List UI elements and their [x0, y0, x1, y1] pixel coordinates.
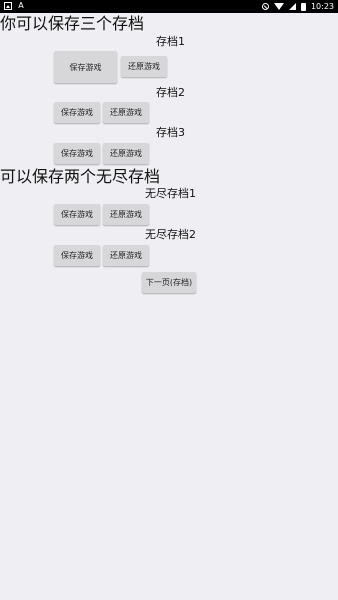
section-title-saves: 你可以保存三个存档: [0, 14, 145, 33]
slot-label-2: 存档2: [156, 86, 185, 99]
battery-icon: [300, 2, 306, 11]
a-notification-icon: A: [18, 1, 24, 10]
endless-restore-game-button-1[interactable]: 还原游戏: [103, 204, 149, 225]
restore-game-button-3[interactable]: 还原游戏: [103, 143, 149, 164]
no-disturb-icon: [261, 3, 269, 10]
endless-restore-game-button-2[interactable]: 还原游戏: [103, 245, 149, 266]
restore-game-button-2[interactable]: 还原游戏: [103, 102, 149, 123]
next-page-button[interactable]: 下一页(存档): [142, 272, 196, 293]
save-game-button-2[interactable]: 保存游戏: [54, 102, 100, 123]
endless-slot-label-1: 无尽存档1: [145, 187, 196, 200]
endless-slot-label-2: 无尽存档2: [145, 228, 196, 241]
section-title-endless: 可以保存两个无尽存档: [0, 167, 161, 186]
endless-save-game-button-2[interactable]: 保存游戏: [54, 245, 100, 266]
slot-label-1: 存档1: [156, 35, 185, 48]
status-time: 10:23: [310, 2, 334, 11]
save-game-button-1[interactable]: 保存游戏: [54, 51, 117, 83]
restore-game-button-1[interactable]: 还原游戏: [121, 56, 167, 77]
image-icon: [4, 2, 12, 10]
slot-label-3: 存档3: [156, 126, 185, 139]
wifi-icon: [273, 3, 284, 10]
signal-icon: [288, 3, 296, 10]
endless-save-game-button-1[interactable]: 保存游戏: [54, 204, 100, 225]
status-bar: A 10:23: [0, 0, 338, 13]
save-game-button-3[interactable]: 保存游戏: [54, 143, 100, 164]
